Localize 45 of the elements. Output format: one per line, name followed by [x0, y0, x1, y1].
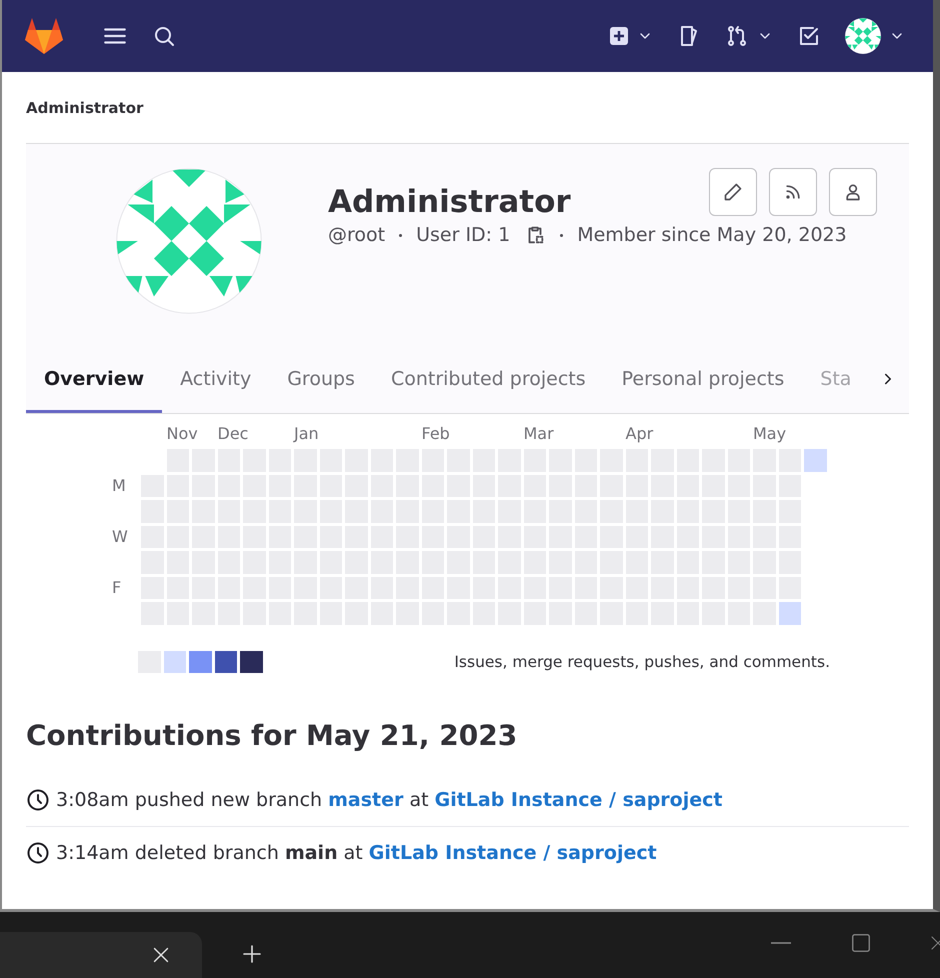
day-cell[interactable]	[804, 449, 826, 472]
tab[interactable]: Overview	[26, 344, 162, 413]
month-label: Nov	[166, 424, 198, 444]
tab[interactable]: Activity	[162, 344, 270, 413]
tab[interactable]: Groups	[269, 344, 373, 413]
project-link[interactable]: GitLab Instance / saproject	[368, 842, 657, 864]
legend-text: Issues, merge requests, pushes, and comments.	[454, 652, 830, 671]
month-label: Dec	[218, 424, 248, 444]
tab[interactable]: Sta	[802, 344, 870, 413]
clock-icon	[26, 841, 50, 865]
merge-request-icon	[725, 24, 749, 48]
plus-square-icon	[609, 26, 629, 46]
maximize-icon	[850, 932, 872, 954]
edit-profile-button[interactable]	[709, 168, 757, 216]
event-text: 3:08am pushed new branch master at GitLab Instance / saproject	[56, 789, 722, 811]
day-cell[interactable]	[778, 602, 801, 624]
minimize-icon	[770, 942, 792, 944]
month-label: Feb	[422, 424, 450, 444]
maximize-button[interactable]	[850, 932, 872, 954]
logo-icon[interactable]	[24, 17, 64, 55]
weekday-label: W	[112, 527, 129, 546]
username: @root	[328, 224, 386, 246]
pencil-icon	[723, 182, 743, 202]
weekday-label: F	[112, 578, 122, 598]
admin-user-button[interactable]	[829, 168, 877, 216]
rss-button[interactable]	[769, 168, 817, 216]
avatar-icon	[845, 18, 881, 54]
user-id: User ID: 1	[416, 224, 510, 246]
branch-link[interactable]: master	[328, 789, 404, 811]
month-label: Jan	[294, 424, 319, 444]
member-since: Member since May 20, 2023	[577, 224, 847, 246]
project-link[interactable]: GitLab Instance / saproject	[434, 789, 722, 811]
event-text: 3:14am deleted branch main at GitLab Instance / saproject	[56, 842, 657, 864]
checkbox-icon	[797, 24, 821, 48]
month-label: May	[753, 424, 786, 444]
weekday-label: M	[112, 476, 127, 496]
contributions-heading: Contributions for May 21, 2023	[26, 719, 518, 752]
month-label: Apr	[626, 424, 654, 444]
clock-icon	[26, 788, 50, 812]
tab[interactable]: Personal projects	[604, 344, 802, 413]
tab[interactable]: Contributed projects	[372, 344, 604, 413]
breadcrumb[interactable]: Administrator	[26, 98, 144, 116]
user-name: Administrator	[328, 184, 571, 220]
month-label: Mar	[524, 424, 554, 444]
search-icon	[152, 24, 176, 48]
